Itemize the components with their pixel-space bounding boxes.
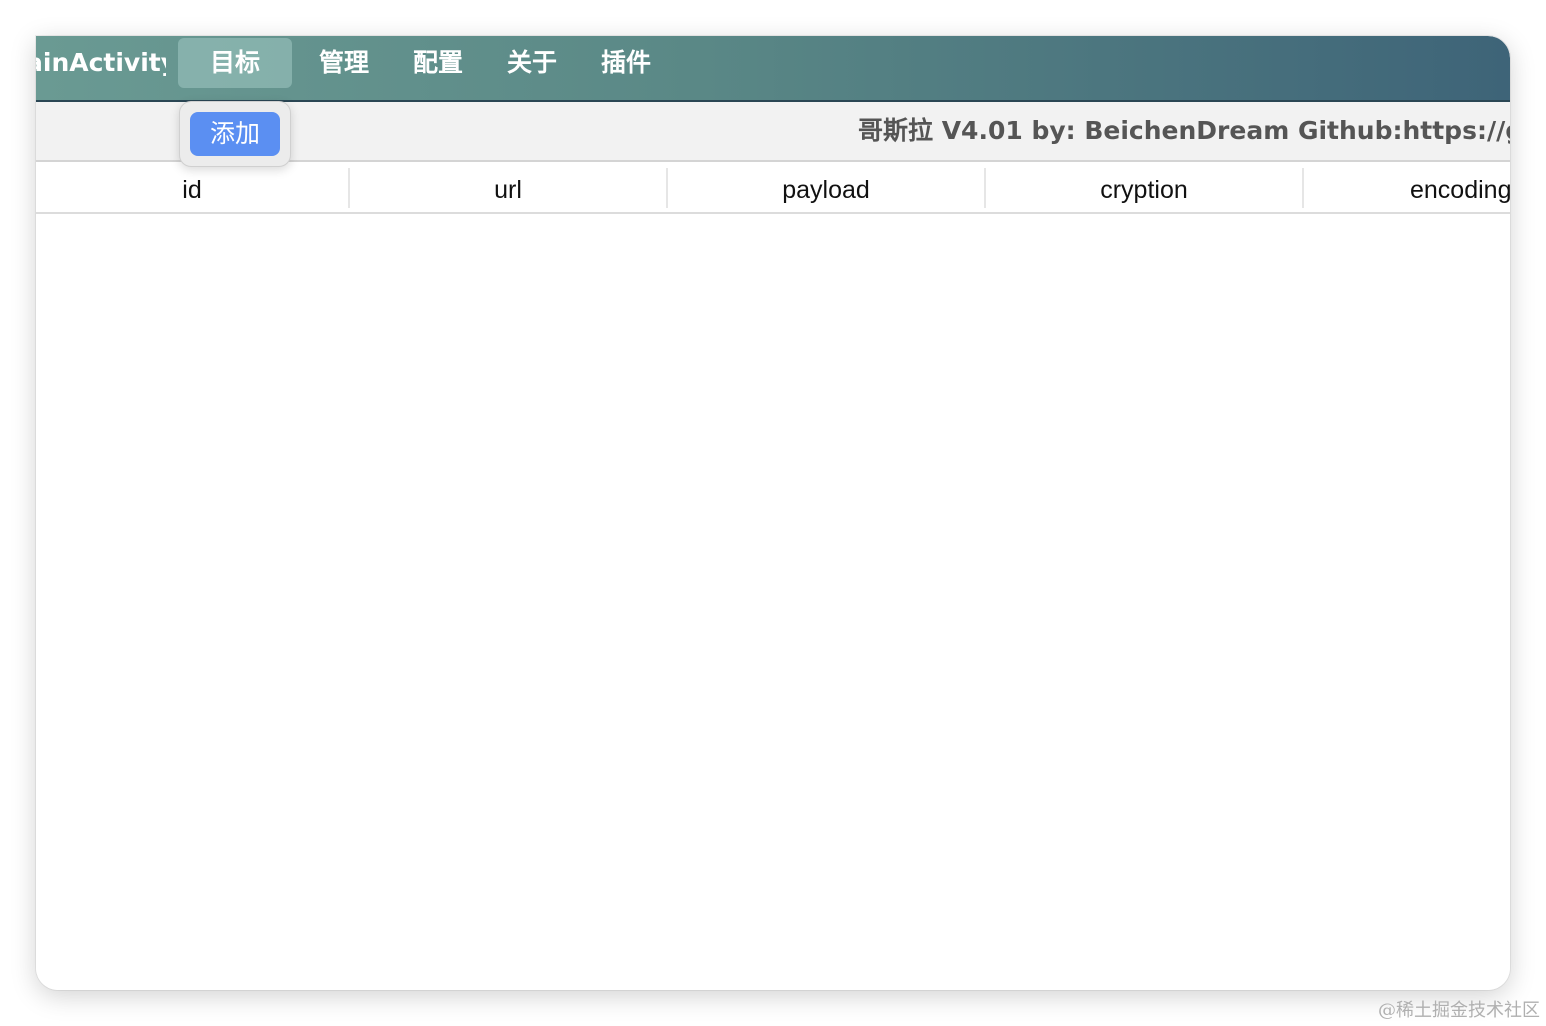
table-body[interactable] — [36, 214, 1510, 990]
menu-config[interactable]: 配置 — [388, 38, 488, 88]
column-header-cryption[interactable]: cryption — [986, 168, 1304, 208]
column-header-url[interactable]: url — [350, 168, 668, 208]
app-title[interactable]: ainActivity — [36, 36, 166, 90]
dropdown-menu: 添加 — [179, 101, 291, 167]
menu-item-add[interactable]: 添加 — [190, 112, 280, 156]
column-header-id[interactable]: id — [36, 168, 350, 208]
menubar: ainActivity 目标 管理 配置 关于 插件 — [36, 36, 1510, 102]
main-window: ainActivity 目标 管理 配置 关于 插件 哥斯拉 V4.01 by:… — [36, 36, 1510, 990]
menu-manage[interactable]: 管理 — [294, 38, 394, 88]
column-header-encoding[interactable]: encoding — [1304, 168, 1510, 208]
table-header: id url payload cryption encoding — [36, 164, 1510, 214]
menu-about[interactable]: 关于 — [482, 38, 582, 88]
watermark: @稀土掘金技术社区 — [1378, 1000, 1540, 1021]
column-header-payload[interactable]: payload — [668, 168, 986, 208]
menu-plugins[interactable]: 插件 — [576, 38, 676, 88]
menu-target[interactable]: 目标 — [178, 38, 292, 88]
status-text: 哥斯拉 V4.01 by: BeichenDream Github:https:… — [858, 116, 1510, 145]
